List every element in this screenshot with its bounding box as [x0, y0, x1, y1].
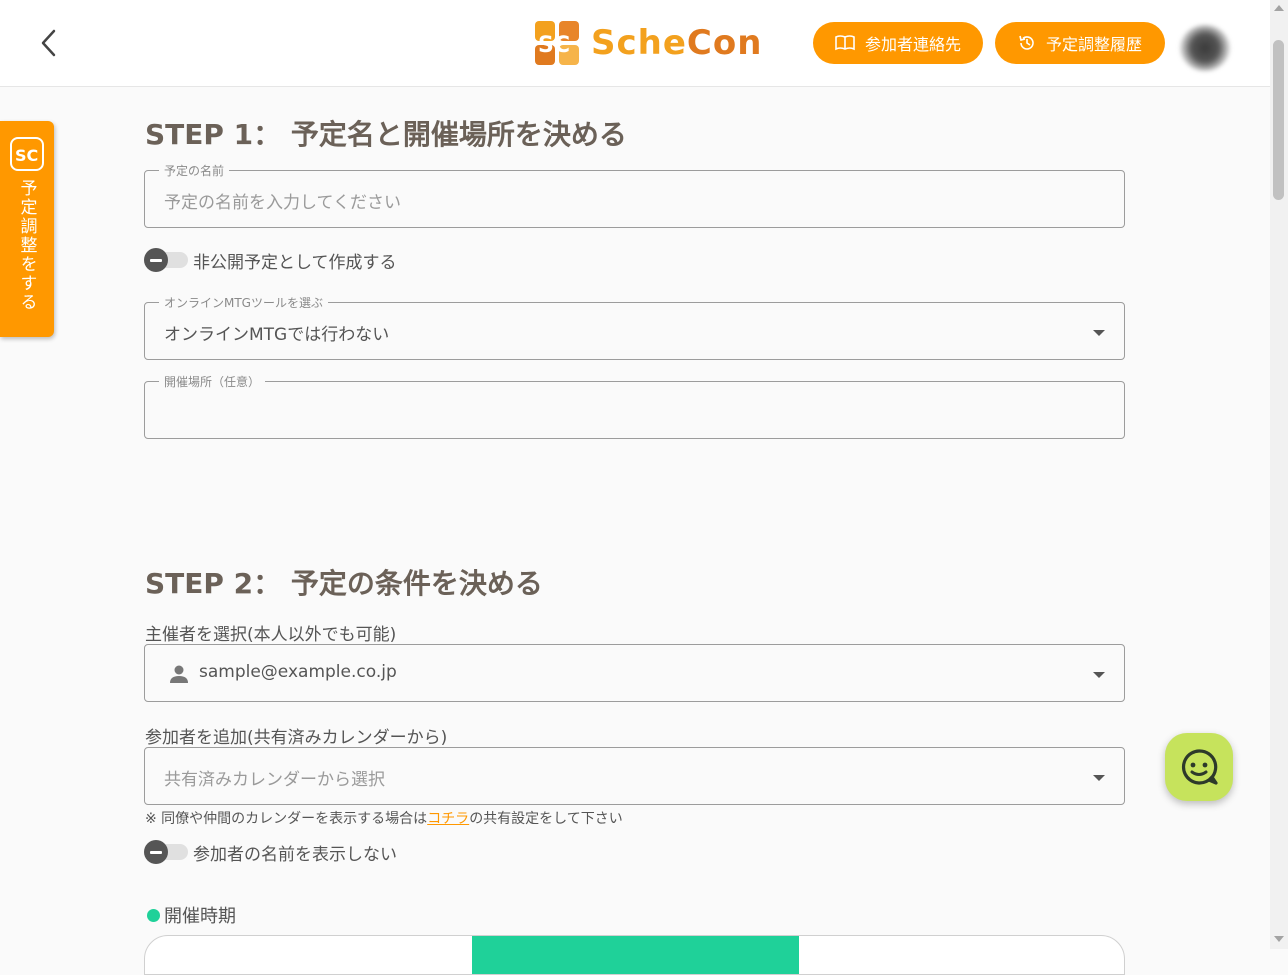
online-tool-select[interactable]: オンラインMTGツールを選ぶ オンラインMTGでは行わない [144, 294, 1125, 360]
caret-down-icon [1093, 672, 1105, 678]
venue-field[interactable]: 開催場所（任意） [144, 373, 1125, 439]
book-icon [835, 35, 855, 51]
share-settings-link[interactable]: コチラ [427, 811, 469, 827]
logo-text: ScheCon [591, 23, 762, 63]
private-event-toggle-label: 非公開予定として作成する [193, 252, 397, 273]
side-tab-label: 予定調整をする [16, 179, 37, 312]
toggle-track [144, 840, 188, 864]
event-name-placeholder: 予定の名前を入力してください [164, 193, 401, 213]
avatar[interactable] [1180, 25, 1230, 71]
hide-participant-names-toggle[interactable]: 参加者の名前を表示しない [144, 840, 397, 865]
schedule-history-button[interactable]: 予定調整履歴 [995, 22, 1165, 64]
step2-title: STEP 2： 予定の条件を決める [145, 567, 543, 600]
caret-down-icon [1093, 775, 1105, 781]
scroll-thumb[interactable] [1273, 40, 1284, 200]
toggle-track [144, 248, 188, 272]
note-prefix: ※ 同僚や仲間のカレンダーを表示する場合は [145, 811, 428, 827]
svg-text:SC: SC [15, 146, 38, 165]
online-tool-label: オンラインMTGツールを選ぶ [159, 294, 328, 311]
toggle-knob [144, 840, 168, 864]
event-name-field[interactable]: 予定の名前 予定の名前を入力してください [144, 162, 1125, 228]
schecon-logo[interactable]: SC ScheCon [533, 19, 762, 67]
caret-down-icon [1093, 330, 1105, 336]
participants-placeholder: 共有済みカレンダーから選択 [164, 770, 385, 790]
step1-title: STEP 1： 予定名と開催場所を決める [145, 118, 627, 151]
history-icon [1019, 35, 1034, 50]
private-event-toggle[interactable]: 非公開予定として作成する [144, 248, 397, 273]
logo-text-con: Con [686, 23, 763, 63]
participants-label: 参加者を追加(共有済みカレンダーから) [145, 728, 448, 748]
logo-text-sche: Sche [591, 23, 687, 63]
schedule-adjust-side-tab[interactable]: SC 予定調整をする [0, 121, 54, 337]
organizer-select[interactable]: sample@example.co.jp [144, 644, 1125, 702]
green-dot-icon [147, 908, 160, 922]
venue-label: 開催場所（任意） [159, 373, 266, 390]
organizer-label: 主催者を選択(本人以外でも可能) [145, 625, 397, 645]
logo-mark-icon: SC [10, 137, 44, 171]
toggle-knob [144, 248, 168, 272]
event-name-label: 予定の名前 [159, 162, 230, 179]
period-heading: 開催時期 [147, 902, 236, 928]
organizer-value: sample@example.co.jp [199, 662, 397, 682]
calendar-share-note: ※ 同僚や仲間のカレンダーを表示する場合はコチラの共有設定をして下さい [145, 808, 623, 828]
participant-contacts-button[interactable]: 参加者連絡先 [813, 22, 983, 64]
period-tab-active[interactable] [472, 936, 799, 974]
person-icon [170, 665, 188, 683]
hide-names-toggle-label: 参加者の名前を表示しない [193, 844, 397, 865]
note-suffix: の共有設定をして下さい [469, 811, 623, 827]
history-button-label: 予定調整履歴 [1045, 35, 1142, 54]
svg-text:SC: SC [538, 33, 570, 58]
logo-mark-icon: SC [535, 21, 579, 65]
scroll-down-arrow-icon[interactable] [1274, 936, 1284, 942]
chat-support-button[interactable] [1165, 733, 1233, 801]
participants-select[interactable]: 共有済みカレンダーから選択 [144, 747, 1125, 805]
page-scrollbar[interactable] [1270, 0, 1288, 949]
chevron-left-icon [41, 29, 56, 57]
scroll-up-arrow-icon[interactable] [1274, 5, 1284, 11]
online-tool-value: オンラインMTGでは行わない [164, 325, 390, 345]
period-tabs [144, 935, 1125, 975]
back-button[interactable] [32, 26, 66, 60]
app-header: SC ScheCon 参加者連絡先 予定調整履歴 [0, 0, 1270, 87]
chat-bubble-icon [1181, 749, 1218, 785]
contacts-button-label: 参加者連絡先 [864, 35, 961, 54]
period-title-text: 開催時期 [164, 906, 236, 927]
